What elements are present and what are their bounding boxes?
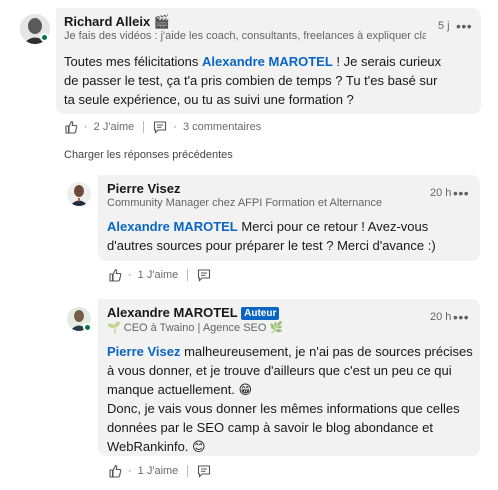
comment-time: 5 j <box>438 20 450 32</box>
mention-link[interactable]: Pierre Visez <box>107 344 180 359</box>
reply-headline: 🌱 CEO à Twaino | Agence SEO 🌿 <box>107 322 284 334</box>
reply-text: Alexandre MAROTEL Merci pour ce retour !… <box>107 219 436 253</box>
reply-author[interactable]: Pierre Visez <box>107 181 180 196</box>
reply-bubble-pierre: Pierre Visez Community Manager chez AFPI… <box>98 175 480 261</box>
comment-author[interactable]: Richard Alleix 🎬 <box>64 14 170 30</box>
reply-time: 20 h <box>430 311 452 323</box>
comment-bubble: Richard Alleix 🎬 Je fais des vidéos : j'… <box>56 8 481 114</box>
clapper-emoji: 🎬 <box>153 14 171 29</box>
like-icon[interactable] <box>108 464 122 478</box>
comment-text: Toutes mes félicitations Alexandre MAROT… <box>64 54 442 107</box>
presence-indicator <box>40 33 49 42</box>
avatar-pierre[interactable] <box>67 182 91 206</box>
comment-icon[interactable] <box>153 120 167 134</box>
like-count[interactable]: 1 J'aime <box>138 465 179 477</box>
like-count[interactable]: 2 J'aime <box>94 121 135 133</box>
load-previous-replies[interactable]: Charger les réponses précédentes <box>64 149 233 161</box>
reply-author-row: Alexandre MAROTEL Auteur <box>107 305 280 320</box>
reply-social-bar: · 1 J'aime <box>108 268 211 282</box>
like-icon[interactable] <box>108 268 122 282</box>
like-icon[interactable] <box>64 120 78 134</box>
comment-icon[interactable] <box>197 268 211 282</box>
comment-headline: Je fais des vidéos : j'aide les coach, c… <box>64 30 426 42</box>
presence-indicator <box>83 323 92 332</box>
more-icon[interactable]: ••• <box>453 309 469 325</box>
comment-count[interactable]: 3 commentaires <box>183 121 261 133</box>
comment-social-bar: · 2 J'aime · 3 commentaires <box>64 120 261 134</box>
more-icon[interactable]: ••• <box>456 18 472 34</box>
reply-headline: Community Manager chez AFPI Formation et… <box>107 197 383 209</box>
like-count[interactable]: 1 J'aime <box>138 269 179 281</box>
mention-link[interactable]: Alexandre MAROTEL <box>107 219 238 234</box>
reply-bubble-alexandre: Alexandre MAROTEL Auteur 🌱 CEO à Twaino … <box>98 299 480 456</box>
reply-author[interactable]: Alexandre MAROTEL <box>107 305 238 320</box>
reply-social-bar: · 1 J'aime <box>108 464 211 478</box>
mention-link[interactable]: Alexandre MAROTEL <box>202 54 333 69</box>
reply-text: Pierre Visez malheureusement, je n'ai pa… <box>107 344 473 454</box>
more-icon[interactable]: ••• <box>453 185 469 201</box>
comment-icon[interactable] <box>197 464 211 478</box>
reply-time: 20 h <box>430 187 452 199</box>
author-badge: Auteur <box>241 307 280 320</box>
